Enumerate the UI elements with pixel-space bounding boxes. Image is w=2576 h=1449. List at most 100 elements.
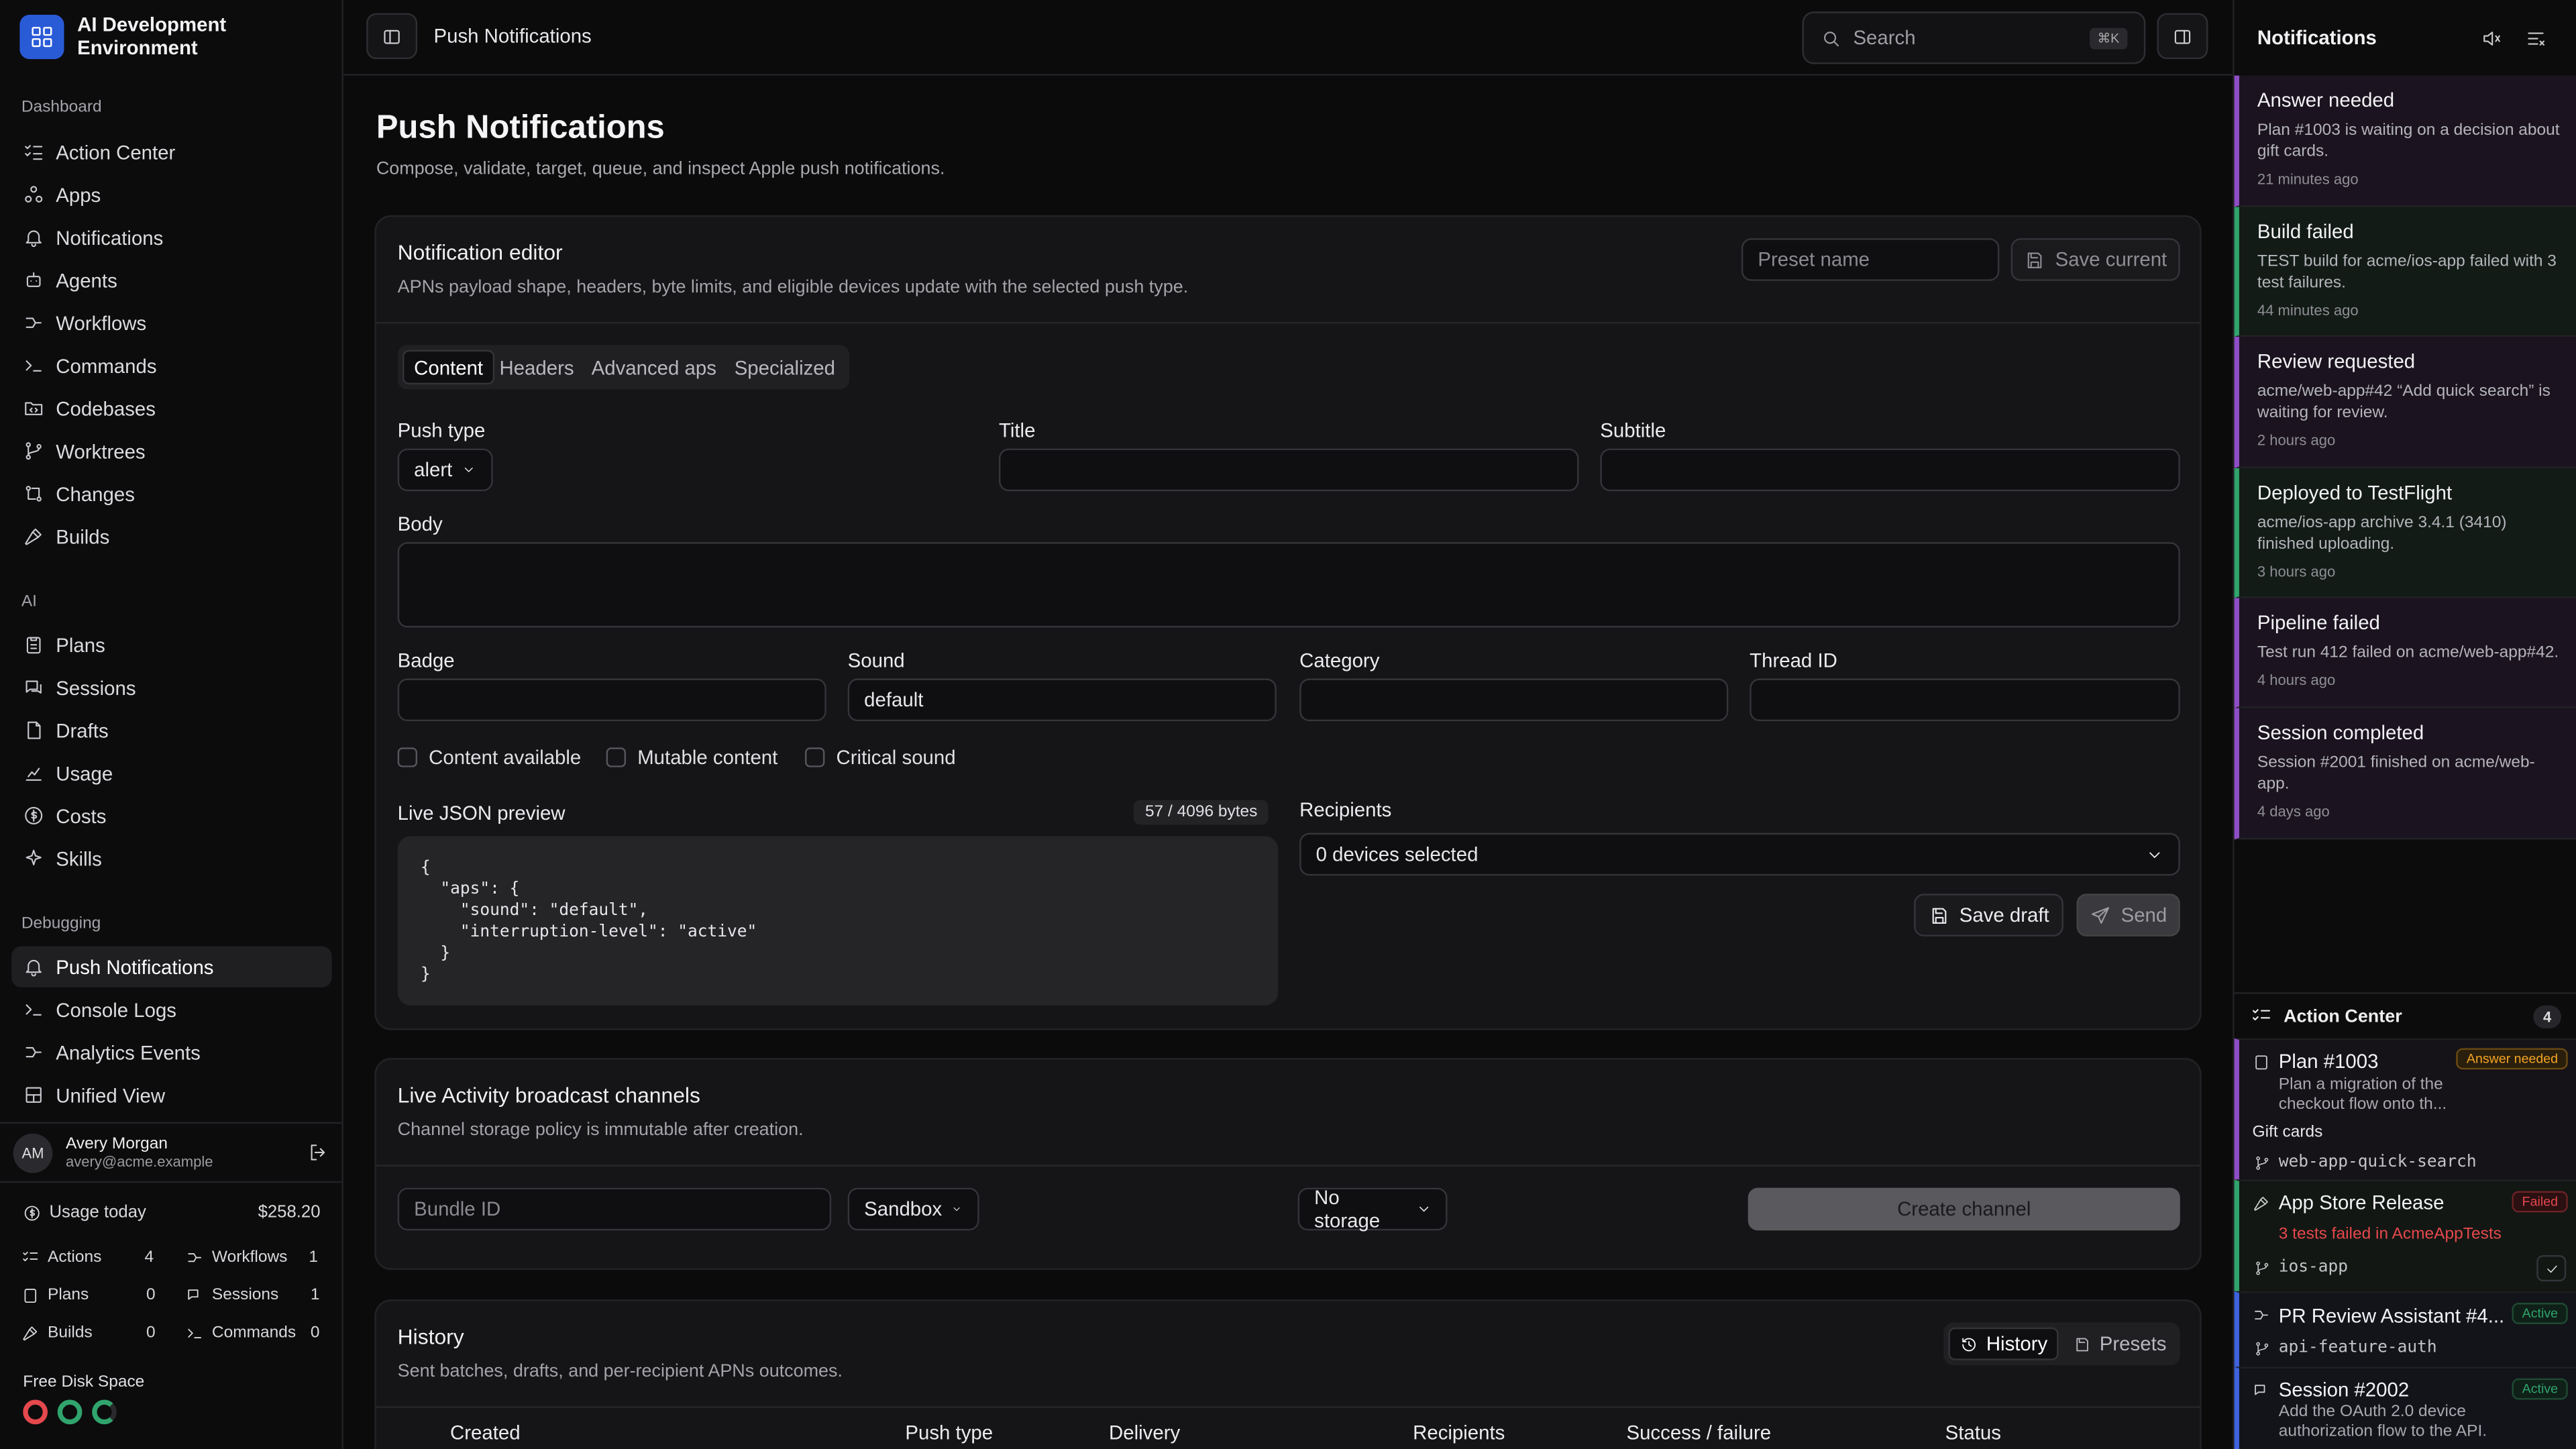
column-recipients[interactable]: Recipients xyxy=(1413,1421,1505,1444)
sidebar-item-label: Sessions xyxy=(56,676,136,700)
sidebar-item-worktrees[interactable]: Worktrees xyxy=(11,431,332,472)
action-item-app-store-release[interactable]: App Store Release Failed 3 tests failed … xyxy=(2234,1179,2576,1291)
body-textarea[interactable] xyxy=(397,542,2180,628)
sidebar-item-sessions[interactable]: Sessions xyxy=(11,667,332,708)
column-push-type[interactable]: Push type xyxy=(905,1421,993,1444)
tab-history[interactable]: History xyxy=(1948,1327,2059,1360)
critical-sound-checkbox[interactable]: Critical sound xyxy=(805,746,956,769)
toggle-sidebar-button[interactable] xyxy=(366,13,418,60)
stat-sessions: Sessions xyxy=(186,1287,278,1304)
status-badge: Answer needed xyxy=(2457,1048,2568,1070)
category-label: Category xyxy=(1299,649,1380,672)
clear-all-icon[interactable] xyxy=(2525,28,2546,50)
section-label-ai: AI xyxy=(21,593,37,612)
disk-label: Free Disk Space xyxy=(23,1373,145,1392)
tab-content[interactable]: Content xyxy=(402,350,495,385)
notification-item[interactable]: Answer needed Plan #1003 is waiting on a … xyxy=(2234,75,2576,207)
column-created[interactable]: Created xyxy=(450,1421,521,1444)
notification-title: Build failed xyxy=(2257,220,2354,244)
editor-divider xyxy=(376,322,2200,324)
action-item-pr-review[interactable]: PR Review Assistant #4... Active api-fea… xyxy=(2234,1291,2576,1367)
sidebar-item-unified-view[interactable]: Unified View xyxy=(11,1075,332,1116)
notification-item[interactable]: Build failed TEST build for acme/ios-app … xyxy=(2234,207,2576,337)
notification-item[interactable]: Pipeline failed Test run 412 failed on ac… xyxy=(2234,598,2576,708)
history-toggle: History Presets xyxy=(1943,1322,2180,1366)
folder-code-icon xyxy=(25,402,43,415)
activity-icon xyxy=(25,1046,42,1058)
toggle-panel-button[interactable] xyxy=(2157,13,2208,60)
sidebar-item-skills[interactable]: Skills xyxy=(11,838,332,879)
check-icon xyxy=(2546,1265,2557,1272)
sidebar-item-apps[interactable]: Apps xyxy=(11,174,332,215)
send-button[interactable]: Send xyxy=(2076,894,2180,936)
sidebar-item-changes[interactable]: Changes xyxy=(11,473,332,514)
sidebar-item-codebases[interactable]: Codebases xyxy=(11,388,332,429)
action-item-name: PR Review Assistant #4... xyxy=(2278,1304,2505,1328)
stat-sessions-value: 1 xyxy=(310,1286,320,1305)
user-profile[interactable]: AM Avery Morgan avery@acme.example xyxy=(0,1122,342,1181)
bundle-id-input[interactable]: Bundle ID xyxy=(397,1187,832,1231)
sidebar-item-agents[interactable]: Agents xyxy=(11,260,332,301)
action-center-header[interactable]: Action Center 4 xyxy=(2234,992,2576,1038)
tab-specialized[interactable]: Specialized xyxy=(724,350,845,384)
sidebar-item-analytics-events[interactable]: Analytics Events xyxy=(11,1032,332,1073)
tab-advanced-aps[interactable]: Advanced aps xyxy=(582,350,727,384)
push-type-select[interactable]: alert xyxy=(397,448,493,492)
notification-item[interactable]: Session completed Session #2001 finished … xyxy=(2234,708,2576,840)
sidebar-item-builds[interactable]: Builds xyxy=(11,516,332,557)
dollar-icon xyxy=(25,806,43,824)
notification-title: Deployed to TestFlight xyxy=(2257,481,2453,504)
column-status[interactable]: Status xyxy=(1945,1421,2001,1444)
column-delivery[interactable]: Delivery xyxy=(1109,1421,1180,1444)
disk-ring-2 xyxy=(57,1399,83,1425)
badge-field[interactable] xyxy=(397,678,826,722)
history-description: Sent batches, drafts, and per-recipient … xyxy=(397,1362,843,1382)
content-available-checkbox[interactable]: Content available xyxy=(397,746,581,769)
hammer-icon xyxy=(25,528,42,545)
environment-select[interactable]: Sandbox xyxy=(847,1187,979,1231)
sidebar-item-commands[interactable]: Commands xyxy=(11,345,332,386)
send-icon xyxy=(2091,906,2109,923)
thread-id-field[interactable] xyxy=(1750,678,2180,722)
tab-headers[interactable]: Headers xyxy=(490,350,584,384)
sidebar-item-drafts[interactable]: Drafts xyxy=(11,710,332,751)
sidebar-item-action-center[interactable]: Action Center xyxy=(11,131,332,172)
save-current-button[interactable]: Save current xyxy=(2010,238,2180,281)
sidebar-item-label: Agents xyxy=(56,268,117,292)
logout-icon[interactable] xyxy=(307,1142,329,1163)
preset-name-input[interactable]: Preset name xyxy=(1741,238,2000,281)
approve-button[interactable] xyxy=(2536,1255,2567,1282)
sidebar-item-label: Analytics Events xyxy=(56,1040,201,1064)
save-draft-button[interactable]: Save draft xyxy=(1914,894,2063,936)
recipients-select[interactable]: 0 devices selected xyxy=(1299,833,2180,876)
storage-select[interactable]: No storage xyxy=(1297,1186,1448,1232)
sidebar-item-plans[interactable]: Plans xyxy=(11,625,332,665)
title-field[interactable] xyxy=(998,448,1579,492)
action-item-plan[interactable]: Plan #1003 Answer needed Plan a migratio… xyxy=(2234,1038,2576,1180)
sidebar-item-costs[interactable]: Costs xyxy=(11,795,332,836)
sidebar-item-push-notifications[interactable]: Push Notifications xyxy=(11,946,332,987)
action-item-session[interactable]: Session #2002 Active Add the OAuth 2.0 d… xyxy=(2234,1366,2576,1449)
notification-item[interactable]: Review requested acme/web-app#42 “Add qui… xyxy=(2234,337,2576,468)
mute-icon[interactable] xyxy=(2481,28,2502,50)
notification-item[interactable]: Deployed to TestFlight acme/ios-app archi… xyxy=(2234,468,2576,598)
breadcrumb: Push Notifications xyxy=(433,24,592,48)
tab-presets[interactable]: Presets xyxy=(2063,1328,2176,1360)
subtitle-field[interactable] xyxy=(1600,448,2180,492)
sidebar-item-console-logs[interactable]: Console Logs xyxy=(11,989,332,1030)
brand[interactable]: AI Development Environment xyxy=(19,13,274,59)
hammer-icon xyxy=(2254,1197,2268,1211)
category-field[interactable] xyxy=(1299,678,1729,722)
sound-field[interactable]: default xyxy=(847,678,1277,722)
column-success-failure[interactable]: Success / failure xyxy=(1626,1421,1771,1444)
mutable-content-checkbox[interactable]: Mutable content xyxy=(606,746,777,769)
notification-body: acme/web-app#42 “Add quick search” is wa… xyxy=(2257,382,2551,423)
sidebar-item-workflows[interactable]: Workflows xyxy=(11,303,332,343)
notification-time: 4 hours ago xyxy=(2257,672,2336,689)
sidebar-item-notifications[interactable]: Notifications xyxy=(11,217,332,258)
search-input[interactable]: Search ⌘K xyxy=(1802,11,2146,64)
notification-editor-card: Notification editor APNs payload shape, … xyxy=(374,215,2202,1030)
sidebar-item-label: Action Center xyxy=(56,140,176,164)
sidebar-item-usage[interactable]: Usage xyxy=(11,753,332,794)
create-channel-button[interactable]: Create channel xyxy=(1748,1187,2180,1231)
